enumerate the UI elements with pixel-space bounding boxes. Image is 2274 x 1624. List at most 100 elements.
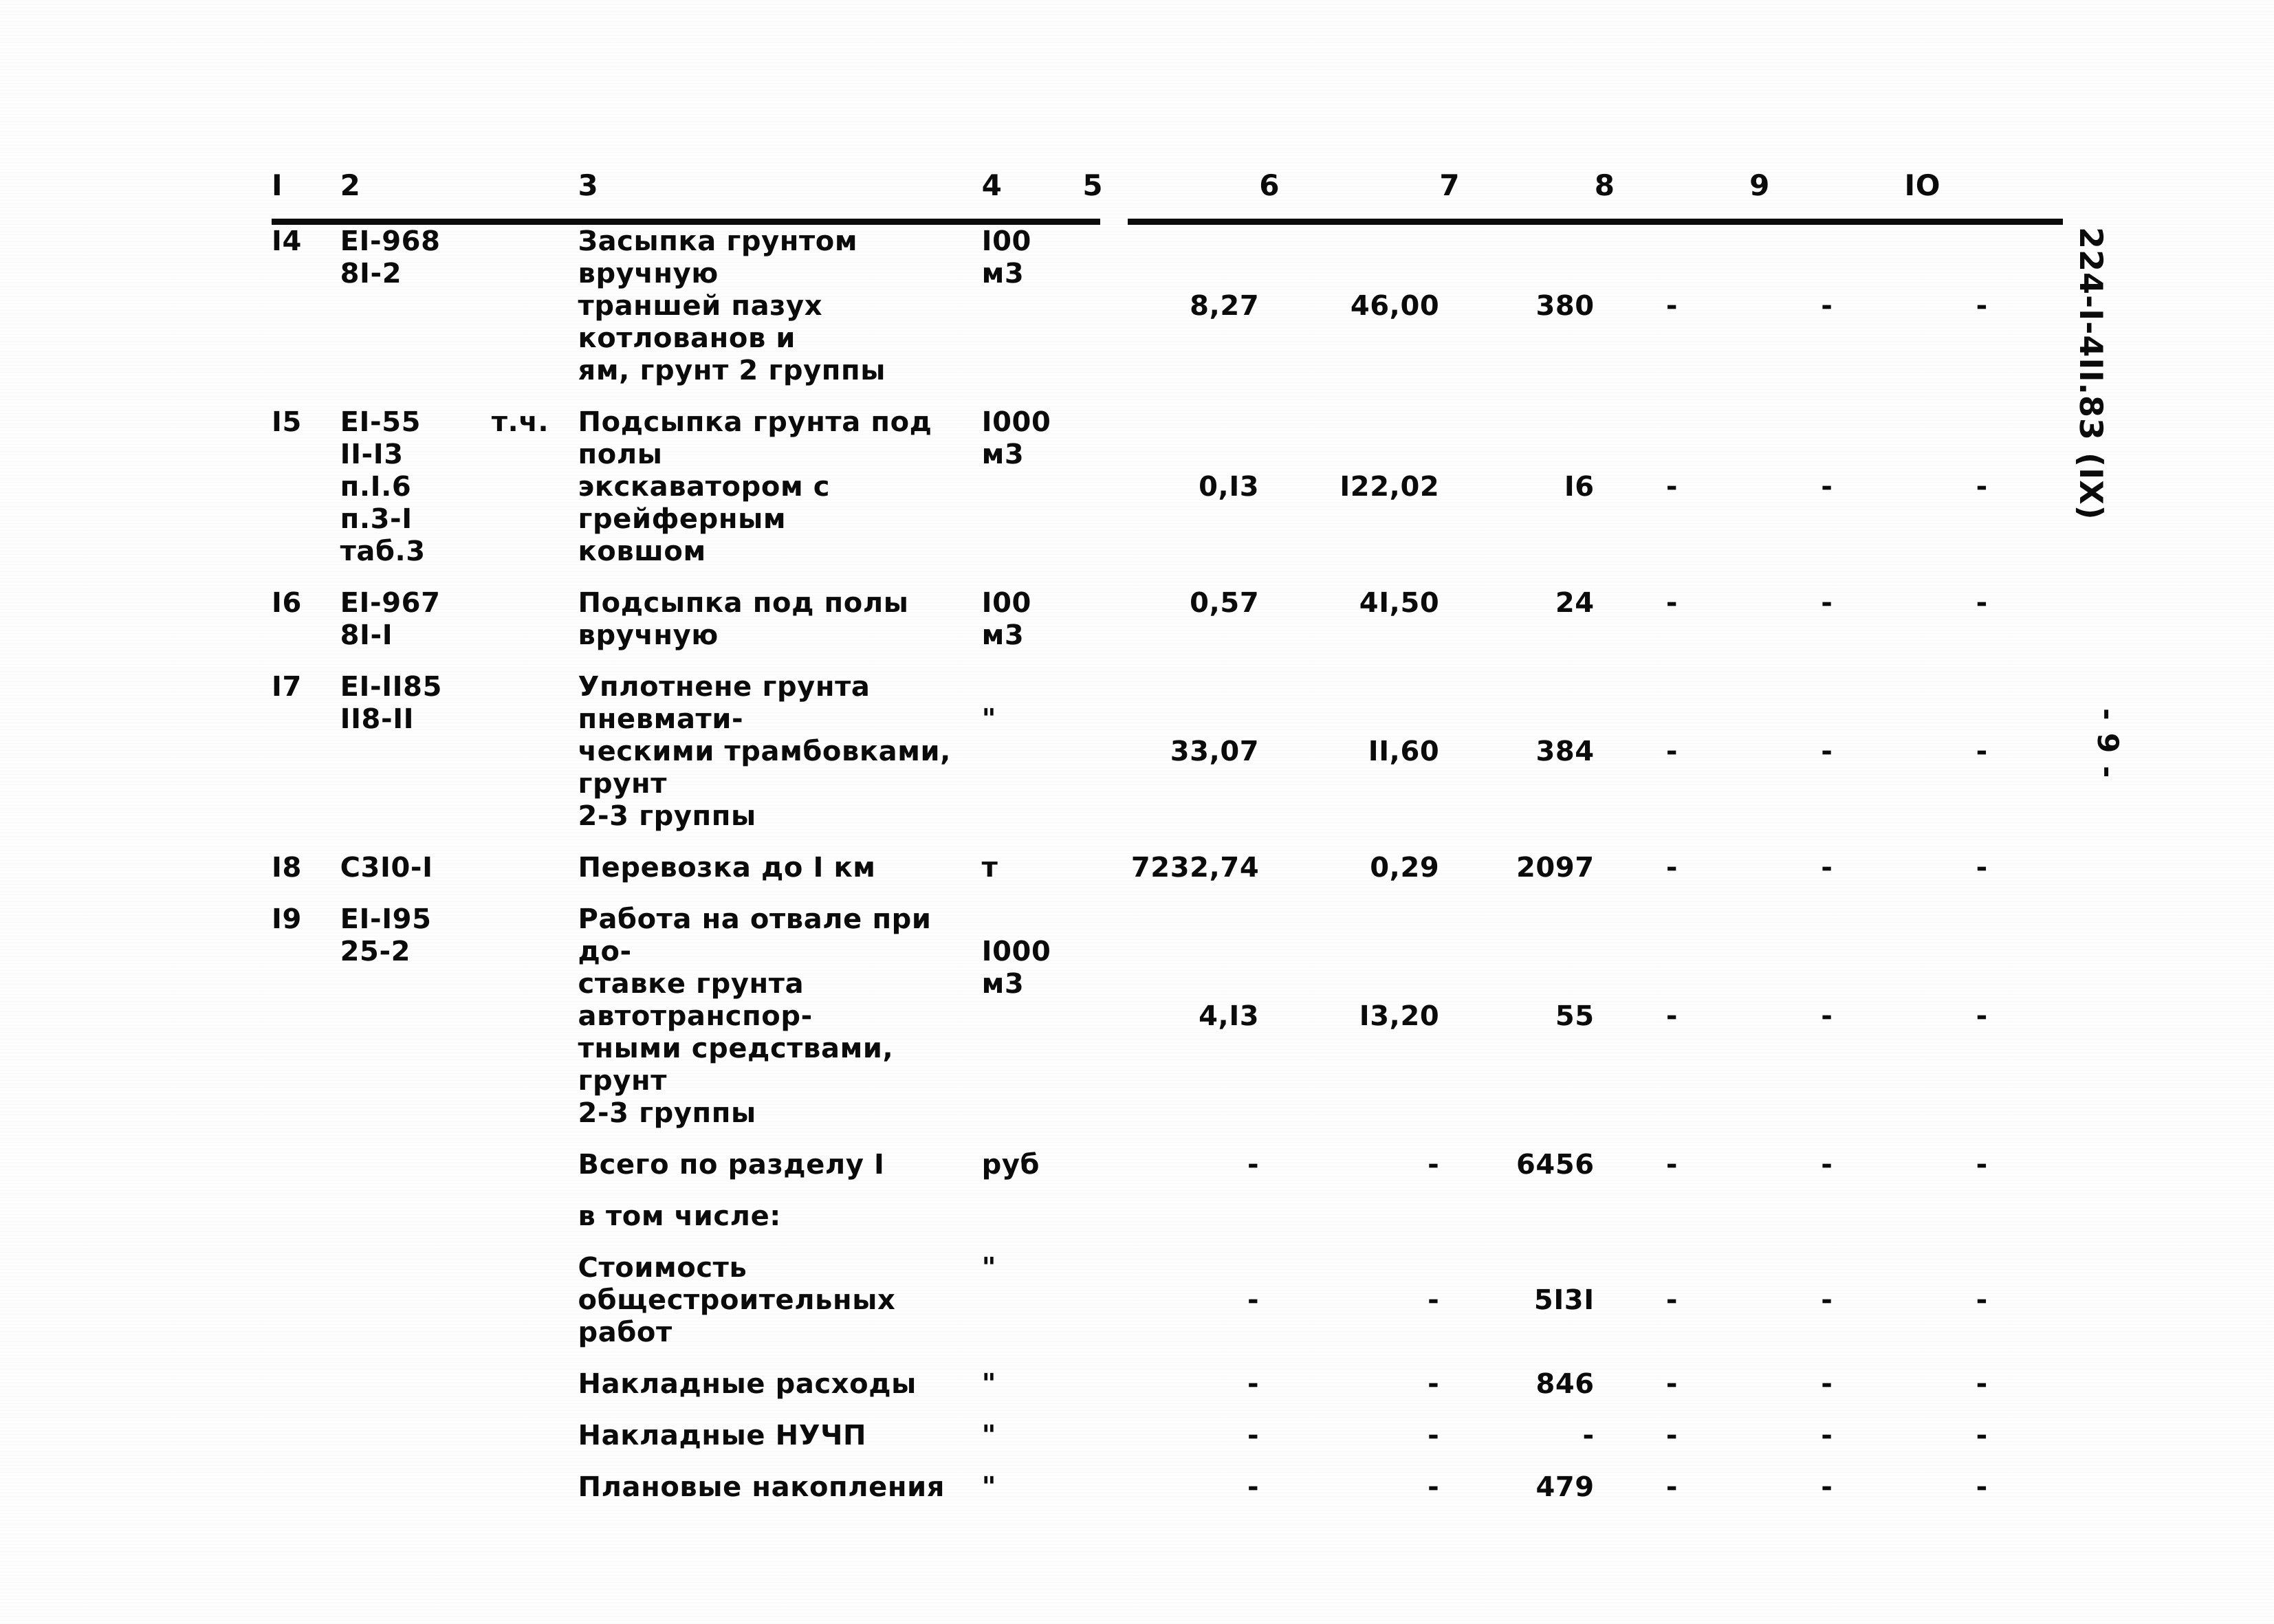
column-10-value: -	[1976, 1471, 1988, 1503]
row-number: I6	[272, 587, 302, 619]
row-number: I9	[272, 903, 302, 935]
column-8-value: -	[1665, 1000, 1679, 1032]
scanned-page: I 2 3 4 5 6 7 8 9 IO I4 EI-968 8I-2 Засыпка грунтом …	[0, 0, 2274, 1624]
row-number: I4	[272, 226, 302, 257]
row-number	[272, 1233, 340, 1349]
norm-note	[492, 206, 578, 387]
total-cost-value: 384	[1535, 736, 1595, 767]
row-number	[272, 1452, 340, 1504]
row-number	[272, 1130, 340, 1181]
total-cost-value: 24	[1555, 587, 1595, 619]
column-header: 6	[1259, 168, 1280, 202]
norm-note	[492, 568, 578, 652]
table-row: Всего по разделу I руб - - 6456 - - -	[272, 1130, 2059, 1181]
unit-of-measure	[982, 1181, 1083, 1233]
norm-note	[492, 1401, 578, 1452]
unit-of-measure: I00 м3	[981, 226, 1031, 289]
work-description: Подсыпка грунта под полы экскаватором с …	[578, 406, 932, 567]
table-header-spacer	[492, 171, 578, 206]
norm-code: EI-I95 25-2	[340, 903, 432, 967]
column-9-value: -	[1821, 852, 1833, 884]
total-cost-value: 55	[1555, 1000, 1595, 1032]
column-8-value: -	[1665, 1149, 1679, 1181]
quantity-value: 0,I3	[1199, 471, 1260, 503]
work-description: Засыпка грунтом вручную траншей пазух ко…	[578, 226, 886, 386]
unit-price-value: -	[1428, 1420, 1440, 1451]
work-description: Стоимость общестроительных работ	[578, 1252, 896, 1348]
quantity-value: -	[1247, 1420, 1260, 1451]
unit-of-measure: I000 м3	[981, 936, 1051, 1000]
column-header: 8	[1594, 168, 1615, 202]
column-header: 3	[578, 168, 599, 202]
total-cost-value: 479	[1535, 1471, 1595, 1503]
work-description: Перевозка до I км	[578, 852, 876, 884]
column-9-value: -	[1821, 471, 1833, 503]
table-row: Стоимость общестроительных работ " - - 5I3I -…	[272, 1233, 2059, 1349]
total-cost-value	[1439, 1181, 1594, 1233]
unit-price-value: -	[1428, 1471, 1440, 1503]
column-9-value: -	[1821, 1420, 1833, 1451]
unit-of-measure: I00 м3	[981, 587, 1031, 651]
quantity-value: 33,07	[1170, 736, 1260, 767]
total-cost-value: 5I3I	[1533, 1284, 1595, 1316]
quantity-value: -	[1247, 1284, 1260, 1316]
column-10-value	[1905, 1181, 2059, 1233]
table-row: I6 EI-967 8I-I Подсыпка под полы вручную I0…	[272, 568, 2059, 652]
page-number: - 9 -	[2091, 708, 2125, 780]
norm-code: EI-55 II-I3 п.I.6 п.3-I таб.3	[340, 406, 426, 567]
norm-note	[492, 1349, 578, 1401]
column-header: 2	[340, 168, 361, 202]
norm-note	[492, 833, 578, 884]
work-description: Плановые накопления	[578, 1471, 945, 1503]
total-cost-value: 380	[1535, 290, 1595, 322]
total-cost-value: 2097	[1516, 852, 1595, 884]
total-cost-value: I6	[1564, 471, 1595, 503]
unit-price-value: -	[1428, 1149, 1440, 1181]
row-number	[272, 1181, 340, 1233]
column-10-value: -	[1976, 1284, 1988, 1316]
norm-note	[492, 1130, 578, 1181]
table-row: I7 EI-II85 II8-II Уплотнене грунта пневмат…	[272, 652, 2059, 833]
norm-note	[492, 1233, 578, 1349]
norm-code: EI-967 8I-I	[340, 587, 441, 651]
work-description: Накладные расходы	[578, 1368, 917, 1400]
unit-price-value: I3,20	[1359, 1000, 1440, 1032]
unit-of-measure: "	[981, 1420, 997, 1451]
column-8-value: -	[1665, 1420, 1679, 1451]
column-9-value: -	[1821, 1368, 1833, 1400]
quantity-value: -	[1247, 1471, 1260, 1503]
row-number: I7	[272, 671, 302, 703]
column-8-value: -	[1665, 736, 1679, 767]
norm-note: т.ч.	[491, 406, 549, 438]
column-9-value: -	[1821, 1000, 1833, 1032]
norm-code: C3I0-I	[340, 852, 433, 884]
quantity-value: -	[1247, 1149, 1260, 1181]
row-number: I5	[272, 406, 302, 438]
unit-of-measure: I000 м3	[981, 406, 1051, 470]
unit-price-value	[1259, 1181, 1439, 1233]
column-8-value: -	[1665, 290, 1679, 322]
column-8-value: -	[1665, 1471, 1679, 1503]
column-10-value: -	[1976, 290, 1988, 322]
unit-price-value: -	[1428, 1284, 1440, 1316]
column-10-value: -	[1976, 736, 1988, 767]
column-9-value: -	[1821, 1149, 1833, 1181]
table-row: в том числе:	[272, 1181, 2059, 1233]
quantity-value: 7232,74	[1130, 852, 1260, 884]
unit-price-value: II,60	[1368, 736, 1440, 767]
column-header: 9	[1749, 168, 1770, 202]
column-10-value: -	[1976, 1368, 1988, 1400]
norm-note	[492, 1181, 578, 1233]
total-cost-value: 846	[1535, 1368, 1595, 1400]
row-number	[272, 1349, 340, 1401]
unit-of-measure: "	[981, 1252, 997, 1284]
column-8-value: -	[1665, 1284, 1679, 1316]
column-10-value: -	[1976, 1000, 1988, 1032]
unit-of-measure: "	[981, 1471, 997, 1503]
unit-price-value: I22,02	[1340, 471, 1440, 503]
column-10-value: -	[1976, 587, 1988, 619]
unit-of-measure: "	[981, 703, 997, 735]
norm-code	[340, 1452, 492, 1504]
quantity-value	[1082, 1181, 1259, 1233]
column-header: 5	[1082, 168, 1104, 202]
